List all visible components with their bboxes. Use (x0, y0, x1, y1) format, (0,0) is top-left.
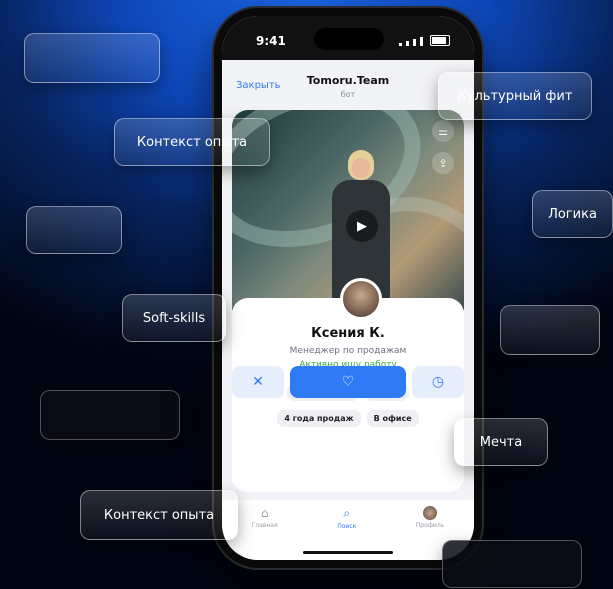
tab-home[interactable]: ⌂ Главная (252, 506, 278, 560)
status-time: 9:41 (256, 34, 286, 48)
chip-soft: Soft-skills (122, 294, 226, 342)
empty-chip-bottom-right (442, 540, 582, 588)
battery-icon (430, 35, 450, 46)
signal-bar-icon (406, 41, 409, 46)
search-icon: ⌕ (343, 506, 351, 520)
phone-screen: 9:41 Закрыть Tomoru.Team бот ▶ ⚌ ⇪ Ксени… (222, 16, 474, 560)
chip-mechta: Мечта (454, 418, 548, 466)
tag-office: В офисе (366, 410, 419, 427)
signal-bar-icon (413, 39, 416, 46)
later-button[interactable]: ◷ (412, 366, 464, 398)
candidate-card: ▶ ⚌ ⇪ Ксения К. Менеджер по продажам Акт… (232, 110, 464, 492)
figure-face (352, 158, 370, 178)
profile-avatar-icon (423, 506, 437, 520)
tab-profile[interactable]: Профиль (416, 506, 444, 560)
dynamic-island (314, 28, 384, 50)
nav-bar: Закрыть Tomoru.Team бот (222, 60, 474, 106)
signal-icons (399, 35, 450, 46)
tab-label: Поиск (337, 523, 357, 530)
empty-chip-left-dark (40, 390, 180, 440)
signal-bar-icon (420, 37, 423, 46)
candidate-name: Ксения К. (311, 326, 385, 341)
tags-row: 4 года продаж В офисе (232, 410, 464, 427)
tab-label: Профиль (415, 522, 445, 529)
empty-chip-right (500, 305, 600, 355)
chip-logika: Логика (532, 190, 613, 238)
empty-chip-left (26, 206, 122, 254)
chip-kultur: Культурный фит (438, 72, 592, 120)
signal-bar-icon (399, 43, 402, 46)
chip-kontekst-top: Контекст опыта (114, 118, 270, 166)
chip-kontekst-bottom: Контекст опыта (80, 490, 238, 540)
bot-title: Tomoru.Team (306, 74, 390, 87)
empty-chip-top-left (24, 33, 160, 83)
sliders-icon[interactable]: ⚌ (432, 120, 454, 142)
status-bar: 9:41 (222, 16, 474, 60)
share-icon[interactable]: ⇪ (432, 152, 454, 174)
tab-bar: ⌂ Главная ⌕ Поиск Профиль (222, 500, 474, 560)
home-icon: ⌂ (260, 506, 269, 520)
reject-button[interactable]: ✕ (232, 366, 284, 398)
bot-subtitle: бот (340, 90, 356, 99)
like-button[interactable]: ♡ (290, 366, 406, 398)
candidate-role: Менеджер по продажам (289, 346, 407, 356)
action-buttons: ✕ ♡ ◷ (232, 366, 464, 400)
tab-label: Главная (251, 522, 278, 529)
tag-experience: 4 года продаж (277, 410, 361, 427)
home-indicator (303, 551, 393, 554)
avatar (340, 278, 382, 320)
play-icon[interactable]: ▶ (346, 210, 378, 242)
